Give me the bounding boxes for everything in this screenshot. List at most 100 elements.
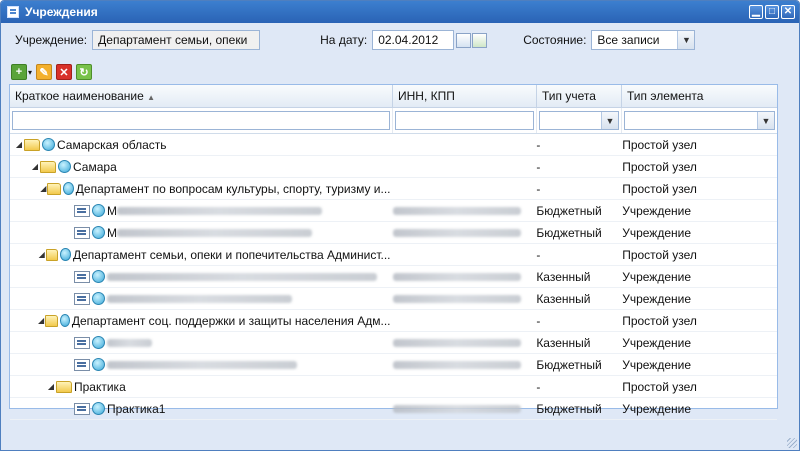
info-circle-icon bbox=[92, 204, 105, 217]
close-button[interactable]: ✕ bbox=[781, 5, 795, 19]
tree-row[interactable]: ◢ Самара - Простой узел bbox=[10, 156, 777, 178]
redacted-text bbox=[117, 228, 312, 237]
maximize-button[interactable]: □ bbox=[765, 5, 779, 19]
date-label: На дату: bbox=[320, 33, 368, 47]
filter-bar: Учреждение: Департамент семьи, опеки На … bbox=[1, 24, 799, 56]
state-select[interactable]: Все записи ▼ bbox=[591, 30, 696, 50]
tree-row[interactable]: ◢ Департамент по вопросам культуры, спорт… bbox=[10, 178, 777, 200]
state-select-value: Все записи bbox=[597, 33, 660, 47]
folder-icon bbox=[45, 248, 59, 261]
row-accounting: - bbox=[536, 159, 541, 174]
tree-row[interactable]: Казенный Учреждение bbox=[10, 332, 777, 354]
row-element: Простой узел bbox=[622, 137, 697, 152]
resize-grip[interactable] bbox=[787, 438, 797, 448]
row-inn bbox=[391, 358, 537, 372]
info-circle-icon bbox=[92, 358, 105, 371]
folder-icon bbox=[56, 380, 72, 393]
redacted-text bbox=[392, 360, 521, 369]
expand-toggle-icon[interactable]: ◢ bbox=[39, 184, 47, 193]
expand-toggle-icon[interactable]: ◢ bbox=[37, 316, 45, 325]
grid-filter-row: ▼ ▼ bbox=[10, 108, 777, 134]
folder-icon bbox=[47, 182, 61, 195]
tree-row[interactable]: ◢ Департамент соц. поддержки и защиты нас… bbox=[10, 310, 777, 332]
row-element: Простой узел bbox=[622, 247, 697, 262]
document-icon bbox=[74, 402, 90, 415]
info-circle-icon bbox=[92, 292, 105, 305]
info-circle-icon bbox=[92, 226, 105, 239]
row-accounting: Бюджетный bbox=[536, 401, 602, 416]
filter-element-select[interactable]: ▼ bbox=[624, 111, 775, 130]
apply-date-icon[interactable] bbox=[472, 32, 488, 48]
tree-row[interactable]: Казенный Учреждение bbox=[10, 288, 777, 310]
info-circle-icon bbox=[92, 336, 105, 349]
add-icon[interactable]: + bbox=[11, 64, 27, 80]
expand-toggle-icon[interactable]: ◢ bbox=[38, 250, 46, 259]
edit-icon[interactable]: ✎ bbox=[36, 64, 53, 80]
row-element: Учреждение bbox=[622, 291, 691, 306]
row-inn bbox=[391, 402, 537, 416]
row-accounting: Казенный bbox=[536, 269, 591, 284]
row-accounting: Казенный bbox=[536, 291, 591, 306]
tree-row[interactable]: Казенный Учреждение bbox=[10, 266, 777, 288]
row-inn bbox=[391, 204, 537, 218]
refresh-icon[interactable]: ↻ bbox=[76, 64, 93, 80]
expand-toggle-icon[interactable]: ◢ bbox=[30, 162, 40, 171]
tree-row[interactable]: ◢ Практика - Простой узел bbox=[10, 376, 777, 398]
redacted-text bbox=[107, 360, 297, 369]
tree-row[interactable]: М Бюджетный Учреждение bbox=[10, 222, 777, 244]
row-accounting: - bbox=[536, 247, 541, 262]
institutions-window: Учреждения ▁ □ ✕ Учреждение: Департамент… bbox=[0, 0, 800, 451]
column-header-inn[interactable]: ИНН, КПП bbox=[393, 85, 537, 107]
redacted-text bbox=[392, 228, 521, 237]
row-element: Учреждение bbox=[622, 203, 691, 218]
column-header-element[interactable]: Тип элемента bbox=[622, 85, 777, 107]
redacted-text bbox=[392, 338, 521, 347]
tree-row[interactable]: Практика1 Бюджетный Учреждение bbox=[10, 398, 777, 420]
toolbar: + ▾ ✎ ✕ ↻ bbox=[11, 61, 93, 83]
redacted-text bbox=[107, 338, 152, 347]
expand-toggle-icon[interactable]: ◢ bbox=[14, 140, 24, 149]
row-inn bbox=[391, 226, 537, 240]
row-name: Самарская область bbox=[57, 137, 167, 152]
row-element: Учреждение bbox=[622, 357, 691, 372]
filter-name-input[interactable] bbox=[12, 111, 390, 130]
row-name: Практика bbox=[74, 379, 126, 394]
filter-accounting-select[interactable]: ▼ bbox=[539, 111, 619, 130]
row-name: М bbox=[107, 203, 117, 218]
info-circle-icon bbox=[62, 182, 74, 195]
delete-icon[interactable]: ✕ bbox=[56, 64, 73, 80]
expand-toggle-icon[interactable]: ◢ bbox=[46, 382, 56, 391]
row-accounting: - bbox=[536, 181, 541, 196]
filter-inn-input[interactable] bbox=[395, 111, 534, 130]
row-name: Самара bbox=[73, 159, 117, 174]
row-name: Практика1 bbox=[107, 401, 166, 416]
redacted-text bbox=[392, 272, 521, 281]
row-element: Простой узел bbox=[622, 313, 697, 328]
add-dropdown-icon[interactable]: ▾ bbox=[28, 68, 32, 77]
row-element: Учреждение bbox=[622, 269, 691, 284]
date-field[interactable]: 02.04.2012 bbox=[372, 30, 455, 50]
tree-row[interactable]: М Бюджетный Учреждение bbox=[10, 200, 777, 222]
tree-row[interactable]: ◢ Департамент семьи, опеки и попечительст… bbox=[10, 244, 777, 266]
chevron-down-icon[interactable]: ▼ bbox=[757, 112, 774, 129]
minimize-button[interactable]: ▁ bbox=[749, 5, 763, 19]
document-icon bbox=[74, 226, 90, 239]
state-label: Состояние: bbox=[523, 33, 587, 47]
tree-row[interactable]: ◢ Самарская область - Простой узел bbox=[10, 134, 777, 156]
column-header-name[interactable]: Краткое наименование ▲ bbox=[10, 85, 393, 107]
tree-row[interactable]: Бюджетный Учреждение bbox=[10, 354, 777, 376]
row-inn bbox=[391, 336, 537, 350]
row-accounting: Бюджетный bbox=[536, 203, 602, 218]
column-header-accounting[interactable]: Тип учета bbox=[537, 85, 622, 107]
grid-header: Краткое наименование ▲ ИНН, КПП Тип учет… bbox=[10, 85, 777, 108]
document-icon bbox=[74, 336, 90, 349]
institution-field[interactable]: Департамент семьи, опеки bbox=[92, 30, 261, 50]
redacted-text bbox=[392, 404, 521, 413]
institutions-grid: Краткое наименование ▲ ИНН, КПП Тип учет… bbox=[9, 84, 778, 420]
row-accounting: - bbox=[536, 137, 541, 152]
row-element: Простой узел bbox=[622, 159, 697, 174]
calendar-icon[interactable] bbox=[456, 32, 472, 48]
row-element: Учреждение bbox=[622, 401, 691, 416]
chevron-down-icon[interactable]: ▼ bbox=[601, 112, 618, 129]
chevron-down-icon[interactable]: ▼ bbox=[677, 31, 695, 49]
